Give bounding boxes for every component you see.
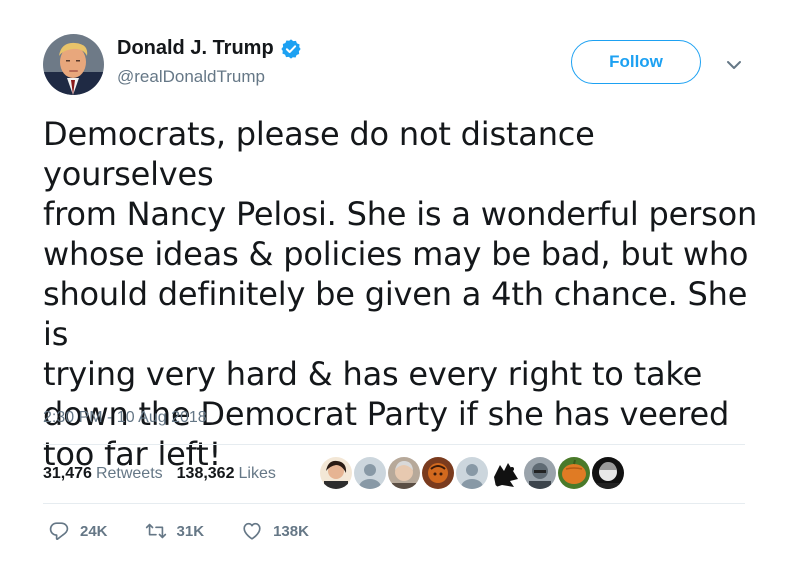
author-name-line[interactable]: Donald J. Trump [117, 37, 302, 60]
liker-avatar[interactable] [320, 457, 352, 489]
author-handle[interactable]: @realDonaldTrump [117, 67, 265, 87]
retweets-count: 31,476 [43, 465, 92, 482]
liker-avatar[interactable] [524, 457, 556, 489]
tweet-stats: 31,476 Retweets 138,362 Likes [43, 465, 290, 483]
like-count: 138K [273, 522, 309, 540]
tweet-text-line: trying very hard & has every right to ta… [43, 355, 703, 393]
liker-avatar[interactable] [490, 457, 522, 489]
divider [43, 444, 745, 445]
chevron-down-icon [727, 61, 741, 69]
likes-label: Likes [238, 465, 276, 482]
retweets-stat[interactable]: 31,476 Retweets [43, 465, 163, 483]
tweet-actions: 24K 31K 138K [48, 520, 346, 542]
more-options-button[interactable] [722, 54, 746, 76]
author-display-name[interactable]: Donald J. Trump [117, 37, 274, 60]
liker-avatar[interactable] [388, 457, 420, 489]
tweet-text-line: Democrats, please do not distance yourse… [43, 115, 595, 193]
liker-avatar[interactable] [422, 457, 454, 489]
liker-avatar[interactable] [354, 457, 386, 489]
reply-count: 24K [80, 522, 108, 540]
liker-avatars [320, 457, 624, 489]
retweet-button[interactable]: 31K [145, 520, 205, 542]
tweet-text-line: should definitely be given a 4th chance.… [43, 275, 748, 353]
reply-icon [49, 522, 69, 540]
retweet-count: 31K [176, 522, 205, 540]
verified-badge-icon [280, 38, 302, 60]
liker-avatar[interactable] [592, 457, 624, 489]
likes-count: 138,362 [176, 465, 235, 482]
divider [43, 503, 745, 504]
like-button[interactable]: 138K [241, 520, 309, 542]
tweet-timestamp[interactable]: 2:30 PM - 10 Aug 2018 [43, 409, 207, 427]
reply-button[interactable]: 24K [48, 520, 108, 542]
heart-icon [243, 522, 261, 540]
retweet-icon [145, 523, 166, 539]
tweet-text-line: from Nancy Pelosi. She is a wonderful pe… [43, 195, 758, 233]
follow-button[interactable]: Follow [571, 40, 701, 84]
retweets-label: Retweets [95, 465, 163, 482]
liker-avatar[interactable] [558, 457, 590, 489]
tweet-text-line: whose ideas & policies may be bad, but w… [43, 235, 749, 273]
author-avatar[interactable] [43, 34, 104, 95]
tweet-card: Donald J. Trump @realDonaldTrump Follow … [0, 0, 795, 565]
liker-avatar[interactable] [456, 457, 488, 489]
likes-stat[interactable]: 138,362 Likes [177, 465, 276, 483]
